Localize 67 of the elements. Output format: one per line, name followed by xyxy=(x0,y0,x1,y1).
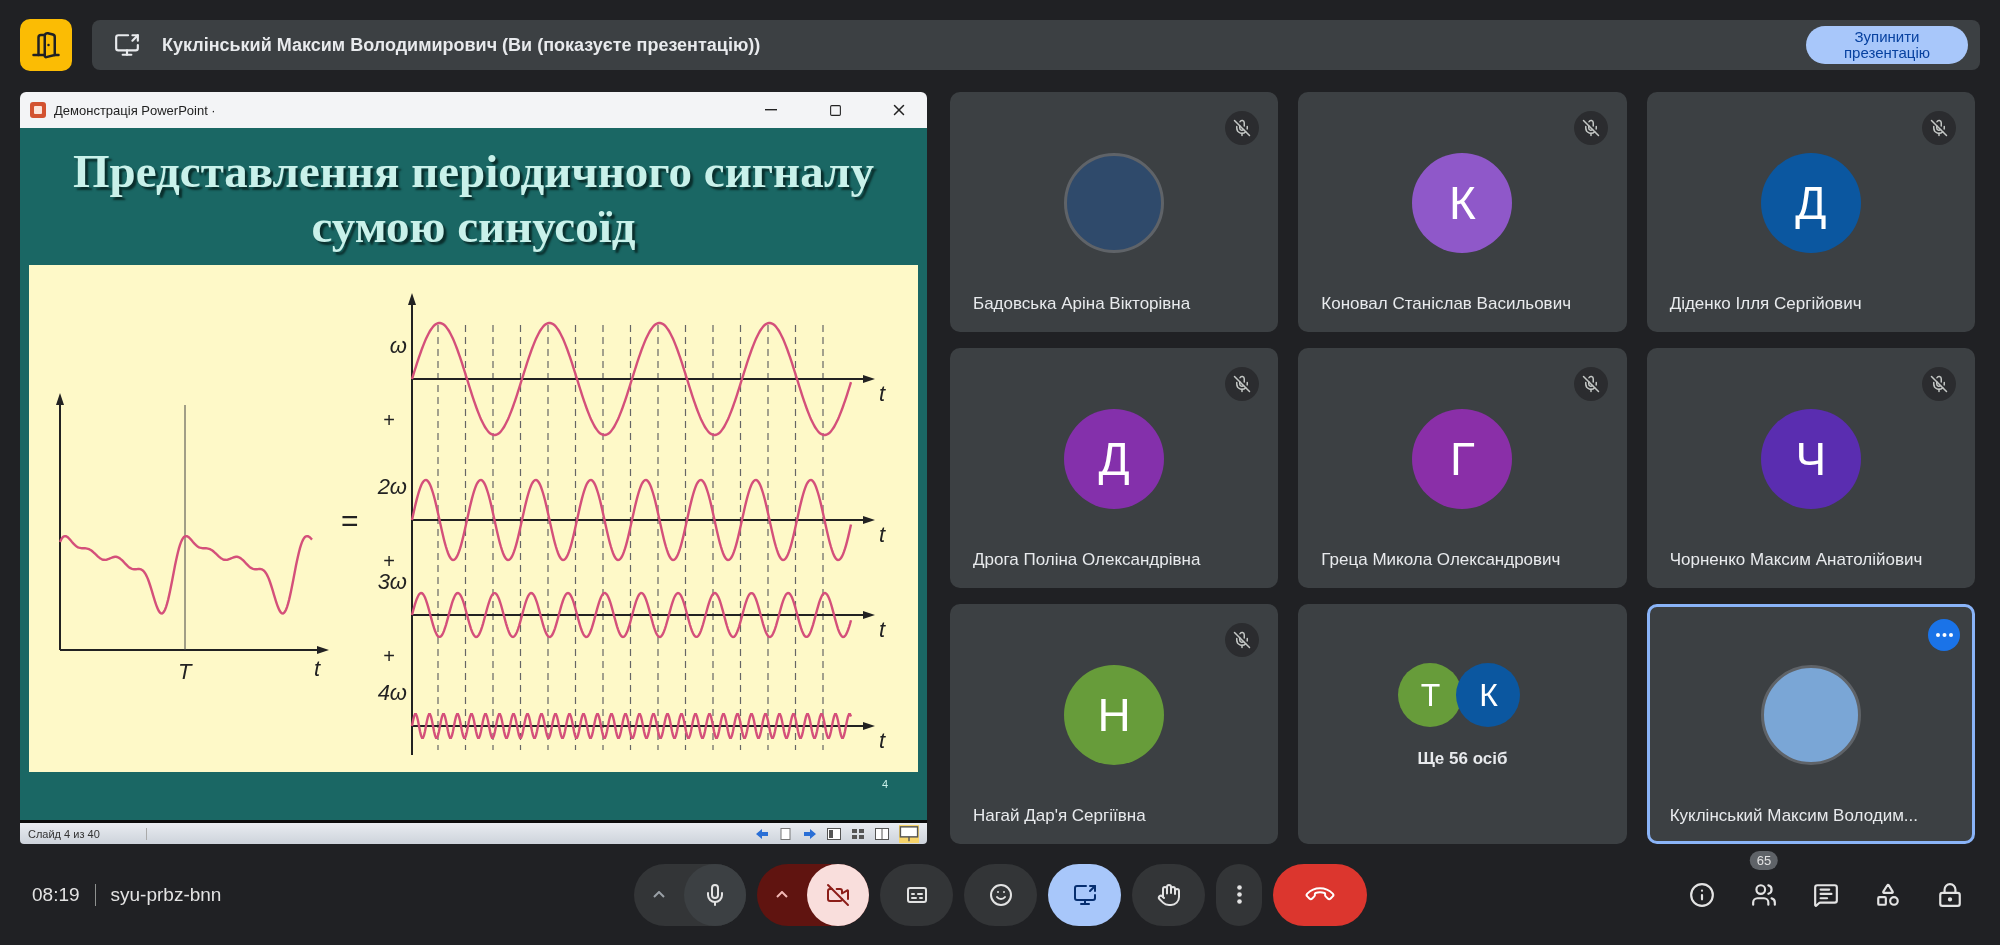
avatar: К xyxy=(1456,663,1521,727)
plus-sign: + xyxy=(383,550,395,572)
square-icon xyxy=(828,103,842,117)
shapes-icon xyxy=(1875,881,1901,908)
equals-sign: = xyxy=(341,504,359,537)
harmonic-label: ω xyxy=(389,333,407,358)
chevron-up-icon xyxy=(653,891,665,898)
plus-sign: + xyxy=(383,409,395,431)
app-icon xyxy=(30,102,46,118)
present-icon xyxy=(114,32,140,58)
chevron-up-icon xyxy=(776,891,788,898)
avatar: Д xyxy=(1760,153,1861,253)
arrow-left-icon[interactable] xyxy=(755,827,769,840)
participant-name: Бадовська Аріна Вікторівна xyxy=(973,294,1191,314)
people-icon xyxy=(1751,881,1777,908)
smiley-icon xyxy=(988,882,1013,907)
more-participants-label: Ще 56 осіб xyxy=(1417,749,1508,769)
slide-counter: Слайд 4 из 40 xyxy=(28,827,147,840)
vertical-dots-icon xyxy=(1236,885,1242,904)
slide-title: Представлення періодичного сигналу xyxy=(73,144,874,199)
arrow-right-icon[interactable] xyxy=(803,827,817,840)
meeting-code: syu-prbz-bnn xyxy=(109,883,222,906)
harmonic-label: 4ω xyxy=(377,680,407,705)
participant-name: Діденко Ілля Сергійович xyxy=(1669,294,1862,314)
participant-name: Коновал Станіслав Васильович xyxy=(1321,294,1571,314)
chat-icon xyxy=(1813,881,1839,908)
hand-icon xyxy=(1156,882,1181,907)
slideshow-icon[interactable] xyxy=(899,824,919,843)
window-title: Демонстрація PowerPoint · xyxy=(54,102,217,118)
sorter-view-icon[interactable] xyxy=(851,827,865,840)
door-icon xyxy=(20,19,72,71)
slide-title: сумою синусоїд xyxy=(311,199,636,254)
minus-icon xyxy=(765,109,777,111)
notes-icon[interactable] xyxy=(779,827,793,840)
participant-name: Куклінський Максим Володим... xyxy=(1669,806,1918,826)
more-options-button[interactable] xyxy=(1216,863,1262,926)
camera-off-icon xyxy=(826,882,850,907)
harmonic-label: 2ω xyxy=(377,474,407,499)
axis-label: T xyxy=(178,659,192,684)
screen-share-icon xyxy=(1072,882,1097,907)
avatar: К xyxy=(1412,153,1513,253)
reading-view-icon[interactable] xyxy=(875,827,889,840)
axis-label: t xyxy=(879,522,886,547)
harmonic-label: 3ω xyxy=(377,569,407,594)
avatar: Н xyxy=(1064,665,1165,765)
avatar: Ч xyxy=(1760,409,1861,509)
meeting-time: 08:19 xyxy=(32,883,96,906)
avatar: Д xyxy=(1064,409,1165,509)
more-button[interactable] xyxy=(1928,619,1960,651)
participant-name: Чорненко Максим Анатолійович xyxy=(1669,550,1923,570)
stop-presentation-button[interactable]: Зупинити презентацію xyxy=(1806,26,1968,64)
lock-icon xyxy=(1937,881,1963,908)
axis-label: t xyxy=(879,728,886,753)
ellipsis-icon xyxy=(1935,633,1953,637)
avatar: Г xyxy=(1412,409,1513,509)
normal-view-icon[interactable] xyxy=(827,827,841,840)
presenter-text: Куклінський Максим Володимирович (Ви (показуєте презентацію)) xyxy=(162,34,762,56)
participant-count: 65 xyxy=(1749,850,1779,870)
axis-label: t xyxy=(879,381,886,406)
axis-label: t xyxy=(314,656,321,681)
axis-label: t xyxy=(879,617,886,642)
participant-name: Греца Микола Олександрович xyxy=(1321,550,1561,570)
slide-number: 4 xyxy=(881,778,888,792)
plus-sign: + xyxy=(383,645,395,667)
participant-name: Нагай Дар'я Сергіївна xyxy=(973,806,1146,826)
info-icon xyxy=(1689,881,1715,908)
participant-name: Дрога Поліна Олександрівна xyxy=(973,550,1201,570)
